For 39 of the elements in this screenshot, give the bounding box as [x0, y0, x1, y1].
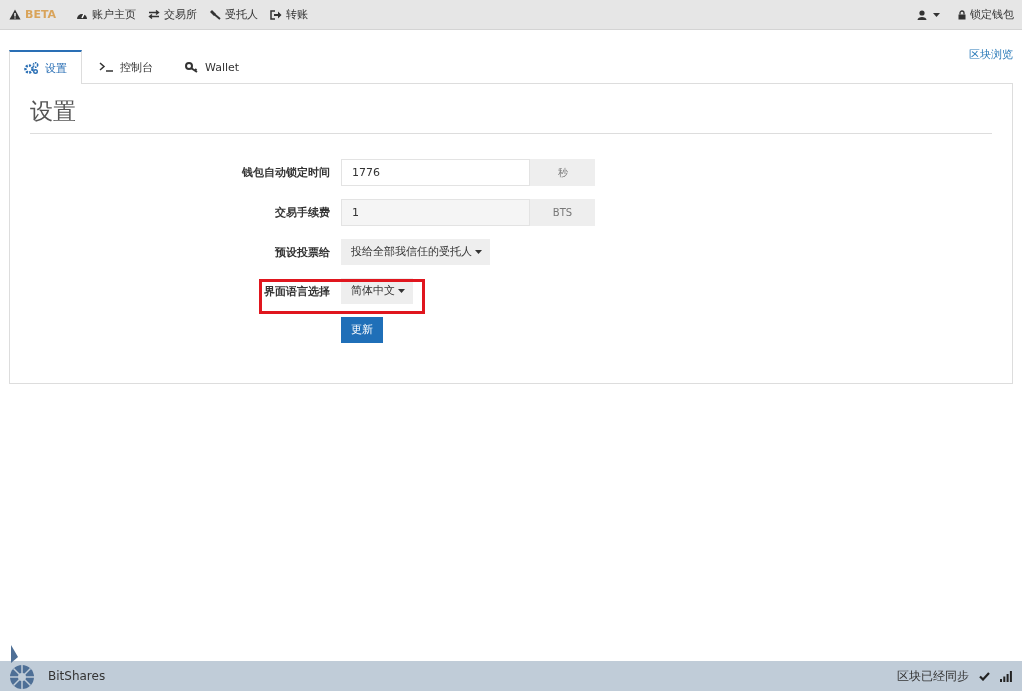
terminal-icon [99, 62, 114, 72]
warning-icon [9, 9, 21, 20]
block-explorer-link[interactable]: 区块浏览 [969, 47, 1013, 62]
nav-link[interactable]: 账户主页 [76, 7, 137, 22]
exchange-icon [148, 10, 161, 19]
tab[interactable]: 设置 [9, 50, 82, 84]
caret-icon [933, 12, 940, 17]
text-field[interactable]: 1 [341, 199, 530, 226]
update-button[interactable]: 更新 [341, 317, 383, 343]
tab[interactable]: Wallet [170, 50, 255, 83]
nav-link[interactable]: 交易所 [148, 7, 198, 22]
lock-wallet-link[interactable]: 锁定钱包 [958, 7, 1014, 22]
field-label: 钱包自动锁定时间 [242, 166, 330, 179]
account-menu[interactable] [917, 9, 940, 20]
brand-name: BitShares [48, 669, 106, 683]
nav-link[interactable]: 转账 [270, 7, 309, 22]
field-label: 界面语言选择 [264, 284, 330, 298]
user-icon [917, 9, 927, 20]
text-field[interactable]: 1776 [341, 159, 530, 186]
key-icon [185, 61, 199, 73]
dropdown-button[interactable]: 简体中文 [341, 278, 413, 304]
gears-icon [24, 62, 39, 74]
page-title: 设置 [30, 84, 992, 134]
lock-icon [958, 9, 966, 20]
nav-link[interactable]: 受托人 [209, 7, 259, 22]
unit-label: BTS [530, 199, 595, 226]
sync-status: 区块已经同步 [897, 667, 969, 685]
signal-icon [1000, 670, 1012, 682]
check-icon [979, 671, 990, 681]
beta-label: BETA [25, 8, 57, 21]
unit-label: 秒 [530, 159, 595, 186]
gavel-icon [209, 9, 222, 20]
field-label: 交易手续费 [275, 206, 330, 219]
dropdown-button[interactable]: 投给全部我信任的受托人 [341, 239, 490, 265]
sign-out-icon [270, 9, 283, 20]
field-label: 预设投票给 [275, 245, 330, 259]
tab[interactable]: 控制台 [84, 50, 168, 83]
caret-icon [475, 249, 482, 254]
caret-icon [398, 288, 405, 293]
